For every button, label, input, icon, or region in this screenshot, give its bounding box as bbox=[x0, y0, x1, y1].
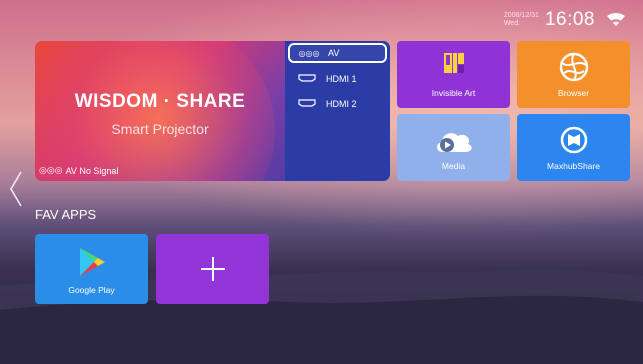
av-connector-icon: ◎◎◎ bbox=[39, 165, 63, 175]
hdmi-port-icon bbox=[288, 99, 326, 109]
google-play-icon bbox=[35, 246, 148, 278]
media-cloud-play-icon bbox=[397, 126, 510, 154]
weekday-text: Wed. bbox=[503, 20, 521, 27]
clock-time: 16:08 bbox=[544, 9, 595, 30]
source-label: HDMI 1 bbox=[326, 74, 357, 84]
signal-status-text: AV No Signal bbox=[65, 165, 119, 176]
maxhubshare-icon bbox=[517, 126, 630, 154]
av-connector-icon: ◎◎◎ bbox=[298, 48, 320, 58]
date-text: 2008/12/31 bbox=[503, 12, 539, 19]
source-preview-panel[interactable]: WISDOM · SHARE Smart Projector ◎◎◎ AV No… bbox=[35, 41, 390, 181]
hero-title: WISDOM · SHARE bbox=[74, 91, 246, 112]
invisible-art-icon bbox=[397, 51, 510, 75]
status-bar: 2008/12/31 Wed. 16:08 bbox=[504, 9, 625, 31]
wifi-icon bbox=[607, 13, 625, 26]
source-item-av[interactable]: ◎◎◎ AV bbox=[288, 43, 387, 63]
source-label: HDMI 2 bbox=[326, 99, 357, 109]
tile-label: Media bbox=[441, 161, 466, 171]
browser-icon bbox=[517, 51, 630, 83]
plus-icon bbox=[200, 257, 225, 281]
chevron-left-icon[interactable] bbox=[9, 170, 23, 208]
tile-label: Browser bbox=[557, 88, 590, 98]
source-list: ◎◎◎ AV HDMI 1 HDMI 2 bbox=[285, 41, 390, 181]
add-fav-app-button[interactable] bbox=[156, 234, 269, 304]
tile-media[interactable]: Media bbox=[397, 114, 510, 181]
tile-maxhubshare[interactable]: MaxhubShare bbox=[517, 114, 630, 181]
tile-invisible-art[interactable]: Invisible Art bbox=[397, 41, 510, 108]
tile-label: Invisible Art bbox=[431, 88, 476, 98]
hdmi-port-icon bbox=[288, 74, 326, 84]
source-item-hdmi-2[interactable]: HDMI 2 bbox=[288, 94, 387, 114]
tile-label: MaxhubShare bbox=[547, 161, 600, 171]
fav-app-label: Google Play bbox=[68, 285, 115, 295]
source-label: AV bbox=[328, 48, 340, 58]
hero-subtitle: Smart Projector bbox=[111, 121, 209, 137]
date-block: 2008/12/31 Wed. bbox=[504, 12, 539, 28]
tile-browser[interactable]: Browser bbox=[517, 41, 630, 108]
fav-app-google-play[interactable]: Google Play bbox=[35, 234, 148, 304]
fav-apps-heading: FAV APPS bbox=[35, 207, 97, 222]
signal-status: ◎◎◎ AV No Signal bbox=[39, 165, 118, 176]
source-item-hdmi-1[interactable]: HDMI 1 bbox=[288, 69, 387, 89]
